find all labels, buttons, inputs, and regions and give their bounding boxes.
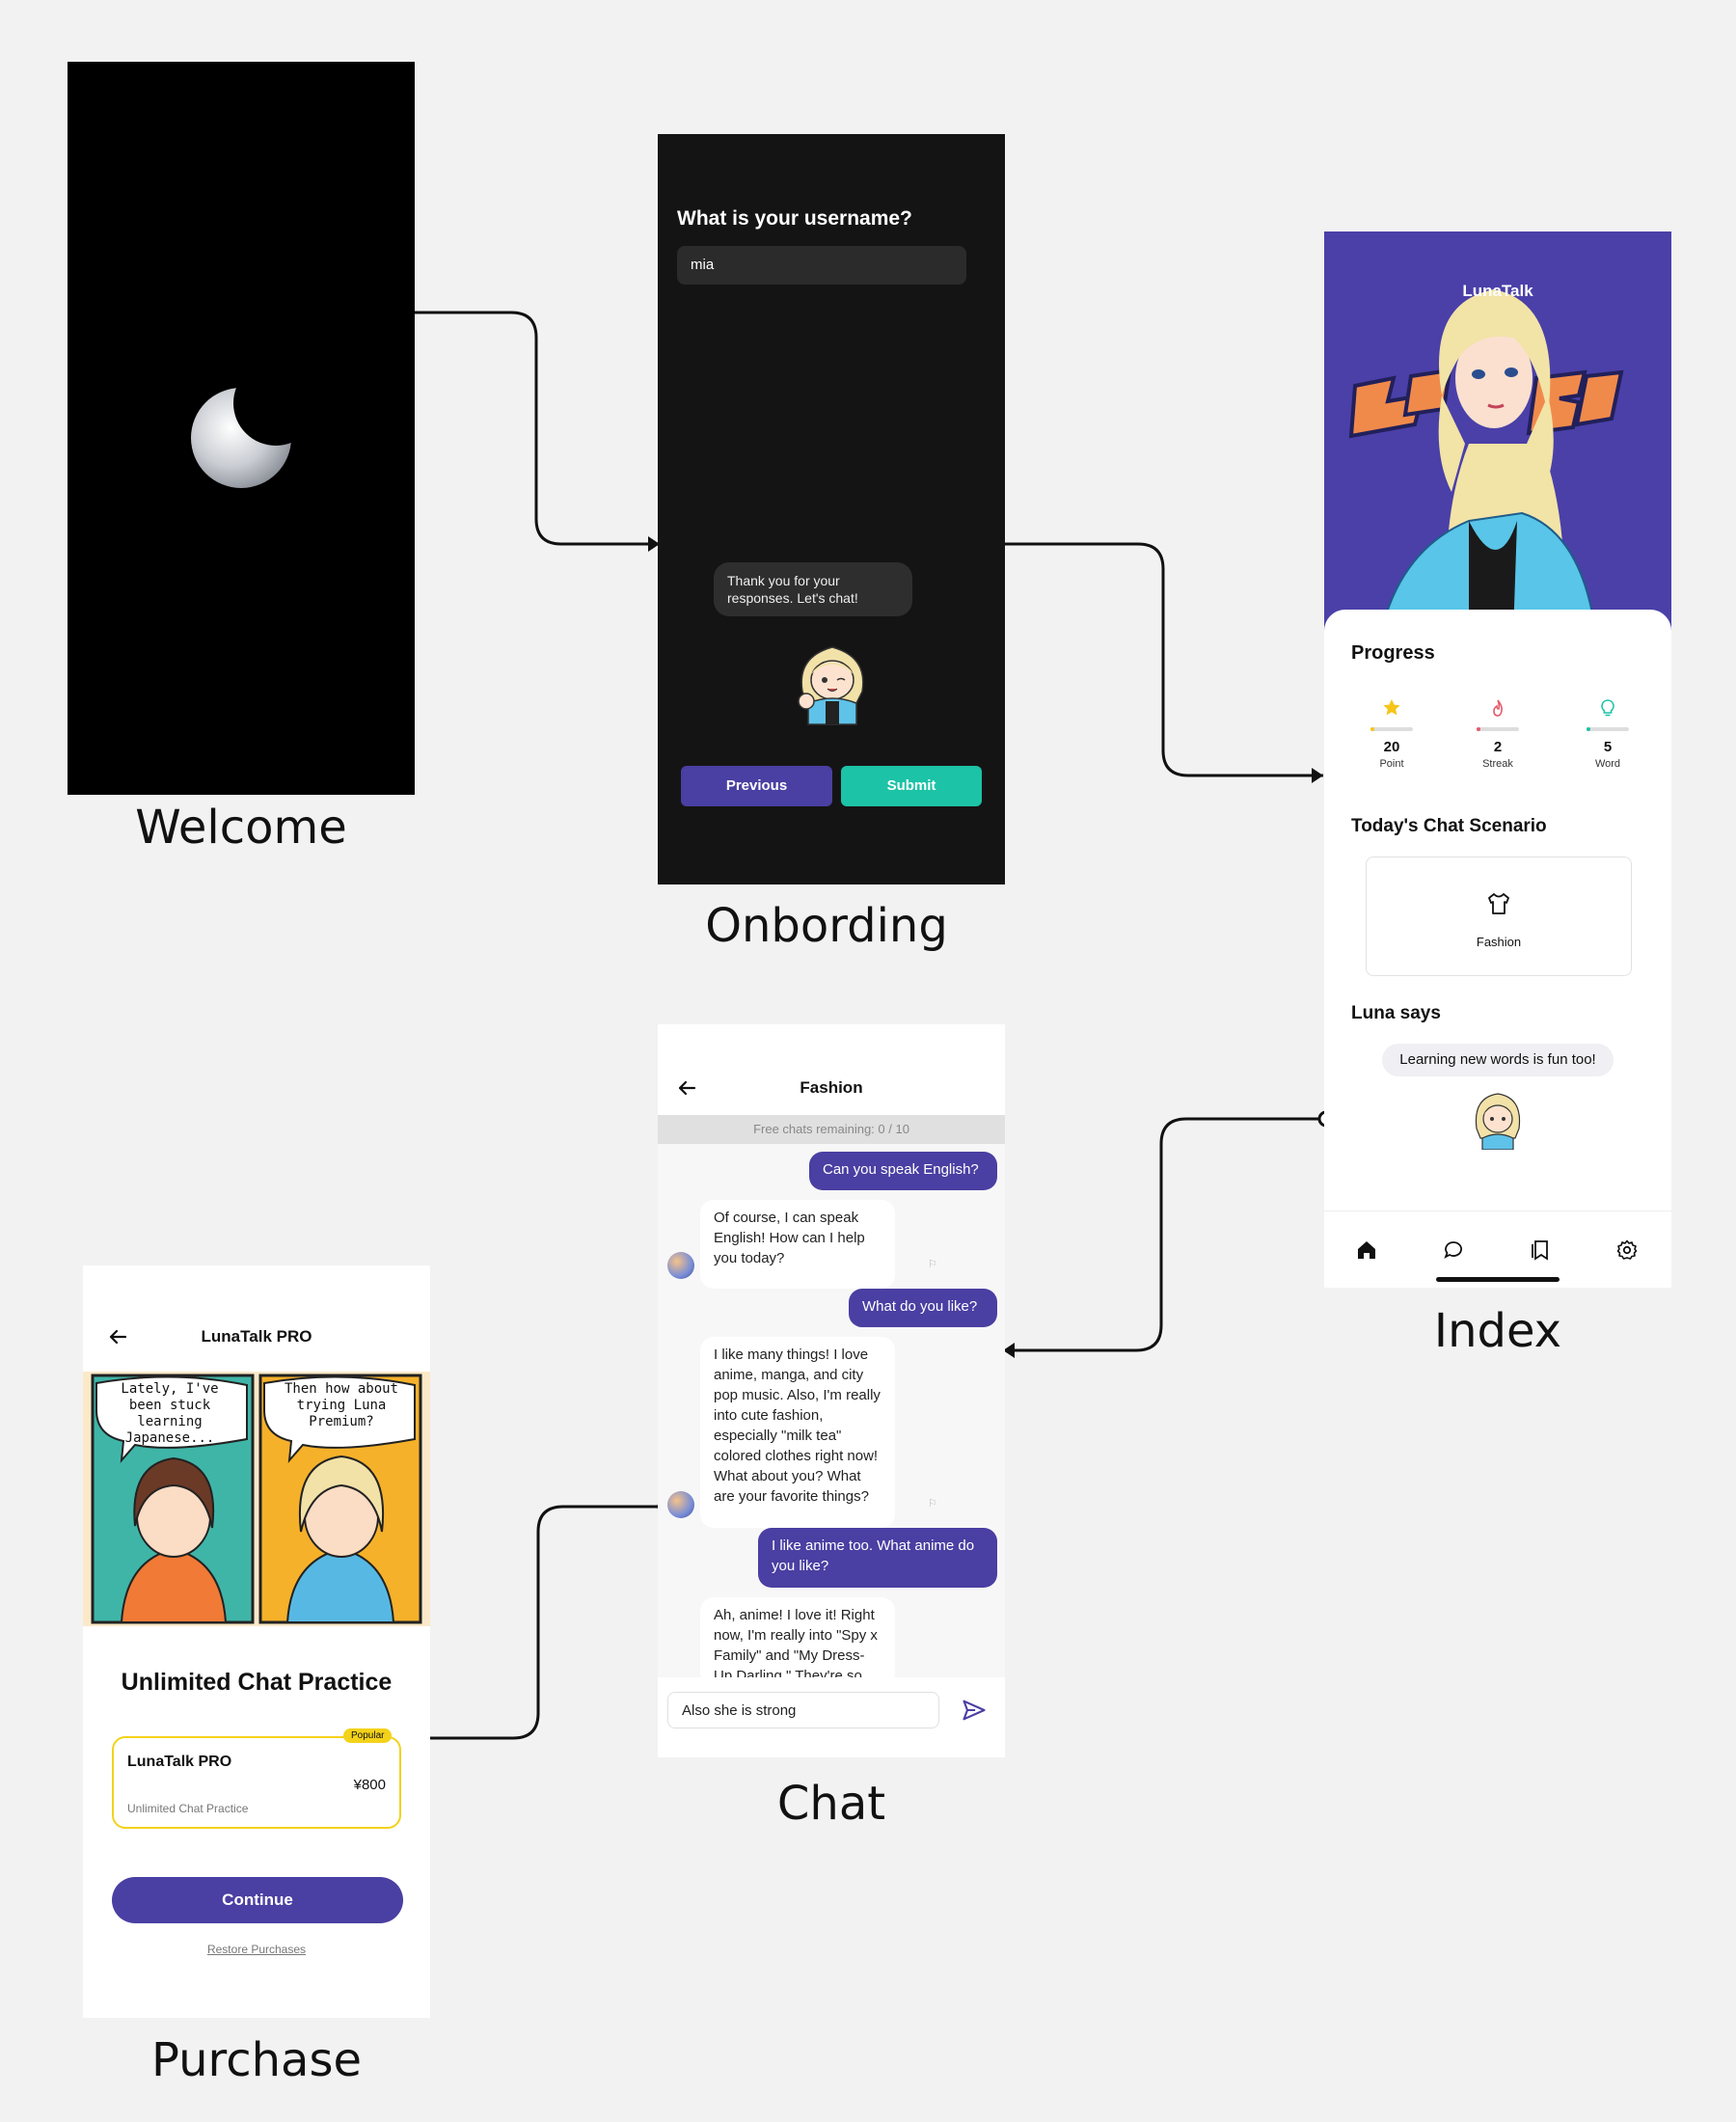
submit-button[interactable]: Submit [841, 766, 982, 806]
luna-avatar [667, 1252, 694, 1279]
comic-left-text: Lately, I've been stuck learning Japanes… [121, 1381, 219, 1446]
message-user: What do you like? [849, 1289, 997, 1327]
settings-icon[interactable] [1610, 1238, 1644, 1267]
plan-name: LunaTalk PRO [127, 1754, 232, 1770]
username-question: What is your username? [677, 207, 912, 230]
stat-streak-label: Streak [1482, 758, 1513, 770]
promo-comic: Lately, I've been stuck learning Japanes… [83, 1372, 430, 1626]
message-input[interactable]: Also she is strong [667, 1692, 939, 1728]
connector-welcome-onboarding [408, 311, 660, 546]
welcome-screen [68, 62, 415, 795]
caption-welcome: Welcome [135, 801, 347, 855]
luna-avatar [667, 1491, 694, 1518]
stat-point: 20 Point [1353, 698, 1430, 770]
stat-point-value: 20 [1383, 739, 1400, 755]
stat-streak: 2 Streak [1459, 698, 1536, 770]
purchase-screen: LunaTalk PRO Lately, I've been stuck lea… [83, 1265, 430, 2018]
mascot-speech-bubble: Thank you for your responses. Let's chat… [714, 562, 912, 616]
free-chats-remaining: Free chats remaining: 0 / 10 [658, 1115, 1005, 1144]
scenario-title: Today's Chat Scenario [1351, 816, 1547, 836]
stat-word-value: 5 [1603, 739, 1613, 755]
index-screen: LunaTalk Progress 20 Point 2 Streak 5 Wo… [1324, 231, 1671, 1288]
chat-title: Fashion [800, 1078, 863, 1097]
restore-purchases-link[interactable]: Restore Purchases [83, 1943, 430, 1956]
onboarding-screen: What is your username? mia Thank you for… [658, 134, 1005, 884]
caption-purchase: Purchase [151, 2033, 362, 2087]
message-user: I like anime too. What anime do you like… [758, 1528, 997, 1588]
message-bot: Ah, anime! I love it! Right now, I'm rea… [700, 1597, 895, 1704]
message-bot: I like many things! I love anime, manga,… [700, 1337, 895, 1528]
luna-message-bubble: Learning new words is fun too! [1382, 1044, 1614, 1076]
purchase-title: LunaTalk PRO [201, 1327, 312, 1346]
chat-input-bar: Also she is strong [658, 1677, 1005, 1757]
home-icon[interactable] [1349, 1238, 1384, 1267]
moon-logo-icon [191, 388, 291, 488]
previous-button[interactable]: Previous [681, 766, 832, 806]
plan-price: ¥800 [353, 1777, 386, 1793]
report-flag-icon[interactable]: ⚐ [928, 1258, 937, 1270]
purchase-headline: Unlimited Chat Practice [121, 1669, 393, 1696]
connector-onboarding-index [998, 542, 1323, 777]
star-icon [1353, 698, 1430, 721]
mascot-avatar-icon [1475, 1093, 1521, 1150]
stat-word-label: Word [1594, 758, 1621, 770]
stat-point-label: Point [1379, 758, 1404, 770]
send-icon[interactable] [961, 1697, 988, 1724]
message-user: Can you speak English? [809, 1152, 997, 1190]
connector-chat-purchase [415, 1505, 665, 1740]
bottom-tab-bar [1324, 1211, 1671, 1288]
home-indicator [1436, 1277, 1560, 1282]
luna-says-title: Luna says [1351, 1003, 1441, 1023]
caption-onboarding: Onbording [705, 899, 948, 953]
plan-description: Unlimited Chat Practice [127, 1802, 249, 1815]
flame-icon [1459, 698, 1536, 721]
stat-word: 5 Word [1569, 698, 1646, 770]
scenario-card[interactable]: Fashion [1366, 857, 1632, 976]
stat-streak-value: 2 [1493, 739, 1503, 755]
plan-card[interactable]: Popular LunaTalk PRO ¥800 Unlimited Chat… [112, 1728, 401, 1829]
comic-right-text: Then how about trying Luna Premium? [284, 1381, 398, 1429]
scenario-name: Fashion [1476, 935, 1522, 949]
connector-index-chat [1003, 1117, 1326, 1352]
chat-screen: Fashion Free chats remaining: 0 / 10 Can… [658, 1024, 1005, 1757]
chat-header [658, 1024, 1005, 1115]
mascot-thumbs-up-icon [798, 646, 864, 725]
report-flag-icon[interactable]: ⚐ [928, 1497, 937, 1510]
app-title: LunaTalk [1462, 282, 1533, 300]
continue-button[interactable]: Continue [112, 1877, 403, 1923]
caption-chat: Chat [776, 1777, 886, 1831]
popular-badge: Popular [343, 1728, 393, 1743]
username-input[interactable]: mia [677, 246, 966, 285]
tshirt-icon [1488, 893, 1509, 914]
chat-icon[interactable] [1436, 1238, 1471, 1267]
lightbulb-icon [1569, 698, 1646, 721]
progress-title: Progress [1351, 642, 1435, 664]
caption-index: Index [1433, 1304, 1562, 1358]
message-bot: Of course, I can speak English! How can … [700, 1200, 895, 1289]
bookmark-icon[interactable] [1523, 1238, 1558, 1267]
